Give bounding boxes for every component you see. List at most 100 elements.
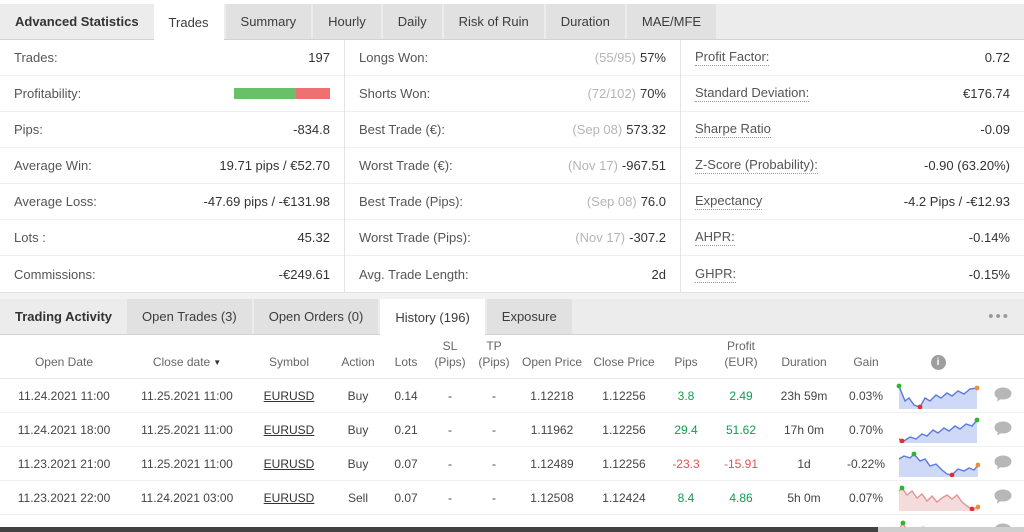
gain-cell-text: 0.03% [848, 388, 884, 403]
column-header-tp-pips[interactable]: TP (Pips) [472, 335, 516, 380]
symbol-link[interactable]: EURUSD [264, 491, 315, 505]
open-date-cell-text: 11.24.2021 11:00 [18, 388, 110, 403]
stat-label[interactable]: GHPR: [695, 266, 737, 283]
stat-row: Profit Factor: 0.72 [681, 40, 1024, 76]
gain-cell: 0.03% [838, 378, 894, 414]
tab-hourly[interactable]: Hourly [313, 4, 381, 39]
comment-icon[interactable] [993, 420, 1013, 439]
column-header-empty[interactable] [982, 335, 1024, 380]
tp-pips-cell: - [472, 412, 516, 448]
profit-cell-text: -15.91 [723, 456, 759, 471]
symbol-link[interactable]: EURUSD [264, 389, 315, 403]
trade-sparkline[interactable] [896, 485, 981, 512]
tab-summary[interactable]: Summary [225, 4, 312, 39]
stat-row: Trades: 197 [0, 40, 344, 76]
stat-label[interactable]: Standard Deviation: [695, 85, 810, 102]
column-header-pips[interactable]: Pips [660, 335, 712, 380]
stat-value-muted: (Sep 08) [572, 122, 623, 137]
column-header-label: Gain [853, 354, 879, 369]
open-date-cell: 11.23.2021 22:00 [0, 480, 128, 516]
profit-cell: 4.86 [712, 480, 770, 516]
tab-open-orders-0[interactable]: Open Orders (0) [253, 299, 379, 334]
symbol-link[interactable]: EURUSD [264, 457, 315, 471]
gain-cell: 0.07% [838, 480, 894, 516]
ellipsis-menu-icon[interactable]: ••• [974, 299, 1024, 334]
trade-sparkline[interactable] [896, 417, 980, 444]
column-header-gain[interactable]: Gain [838, 335, 894, 380]
comment-cell [982, 412, 1024, 448]
action-cell: Buy [332, 446, 384, 482]
stat-row: Profitability: [0, 76, 344, 112]
sl-pips-cell: - [428, 480, 472, 516]
duration-cell: 17h 0m [770, 412, 838, 448]
tab-duration[interactable]: Duration [545, 4, 625, 39]
stat-label[interactable]: Z-Score (Probability): [695, 157, 818, 174]
tab-history-196[interactable]: History (196) [380, 299, 485, 335]
comment-icon[interactable] [993, 454, 1013, 473]
stat-value-main: €176.74 [963, 86, 1010, 101]
duration-cell-text: 23h 59m [780, 388, 828, 403]
column-header-close-date[interactable]: Close date ▼ [128, 335, 246, 380]
profit-cell: 51.62 [712, 412, 770, 448]
symbol-link: EURUSD [246, 446, 332, 482]
stat-label[interactable]: Profit Factor: [695, 49, 770, 66]
stat-value-main: -967.51 [621, 158, 666, 173]
column-header-open-price[interactable]: Open Price [516, 335, 588, 380]
tab-open-trades-3[interactable]: Open Trades (3) [127, 299, 252, 334]
symbol-link: EURUSD [246, 412, 332, 448]
stat-label[interactable]: AHPR: [695, 229, 735, 246]
stat-label: Average Loss: [14, 194, 97, 209]
scrollbar-thumb[interactable] [0, 527, 878, 532]
chart-column-header[interactable]: i [894, 335, 982, 380]
statistics-panel: Trades: 197 Profitability: Pips: -834.8 Avera… [0, 40, 1024, 293]
stat-label: Best Trade (€): [359, 122, 445, 137]
tp-pips-cell-text: - [492, 422, 496, 437]
comment-icon[interactable] [993, 488, 1013, 507]
stat-label[interactable]: Expectancy [695, 193, 763, 210]
info-icon[interactable]: i [930, 355, 946, 371]
stat-label: Lots : [14, 230, 46, 245]
open-price-cell: 1.12489 [516, 446, 588, 482]
stat-row: Commissions: -€249.61 [0, 256, 344, 292]
trade-sparkline[interactable] [896, 383, 980, 410]
trade-history-table: Open Date Close date ▼ Symbol Action Lots SL (… [0, 335, 1024, 532]
stat-label: Best Trade (Pips): [359, 194, 464, 209]
column-header-label: Symbol [268, 354, 309, 369]
tab-mae-mfe[interactable]: MAE/MFE [626, 4, 717, 39]
column-header-symbol[interactable]: Symbol [246, 335, 332, 380]
column-header-label: Open Date [34, 354, 94, 369]
tab-daily[interactable]: Daily [382, 4, 442, 39]
comment-cell [982, 378, 1024, 414]
stat-value-main: -4.2 Pips / -€12.93 [903, 194, 1010, 209]
sl-pips-cell-text: - [448, 388, 452, 403]
stat-value: (Nov 17) -307.2 [575, 230, 666, 245]
open-price-cell: 1.12218 [516, 378, 588, 414]
column-header-duration[interactable]: Duration [770, 335, 838, 380]
close-price-cell-text: 1.12256 [602, 388, 646, 403]
horizontal-scrollbar[interactable] [0, 527, 1024, 532]
open-date-cell-text: 11.23.2021 22:00 [17, 490, 111, 505]
column-header-open-date[interactable]: Open Date [0, 335, 128, 380]
column-header-lots[interactable]: Lots [384, 335, 428, 380]
column-header-profit-eur[interactable]: Profit (EUR) [712, 335, 770, 380]
close-price-cell: 1.12424 [588, 480, 660, 516]
stat-label[interactable]: Sharpe Ratio [695, 121, 771, 138]
comment-icon[interactable] [993, 386, 1013, 405]
action-cell: Buy [332, 412, 384, 448]
symbol-link[interactable]: EURUSD [264, 423, 315, 437]
column-header-sl-pips[interactable]: SL (Pips) [428, 335, 472, 380]
trade-sparkline[interactable] [896, 451, 981, 478]
stat-value-muted: (55/95) [594, 50, 636, 65]
tab-exposure[interactable]: Exposure [486, 299, 572, 334]
stat-value-main: 45.32 [297, 230, 330, 245]
tab-trades[interactable]: Trades [153, 4, 224, 40]
column-header-label: Action [341, 354, 375, 369]
profitability-bar-green [234, 88, 296, 99]
close-date-cell-text: 11.25.2021 11:00 [141, 388, 233, 403]
tab-risk-of-ruin[interactable]: Risk of Ruin [443, 4, 544, 39]
stat-row: Worst Trade (Pips): (Nov 17) -307.2 [345, 220, 680, 256]
stat-row: Best Trade (€): (Sep 08) 573.32 [345, 112, 680, 148]
column-header-close-price[interactable]: Close Price [588, 335, 660, 380]
column-header-action[interactable]: Action [332, 335, 384, 380]
gain-cell: 0.70% [838, 412, 894, 448]
